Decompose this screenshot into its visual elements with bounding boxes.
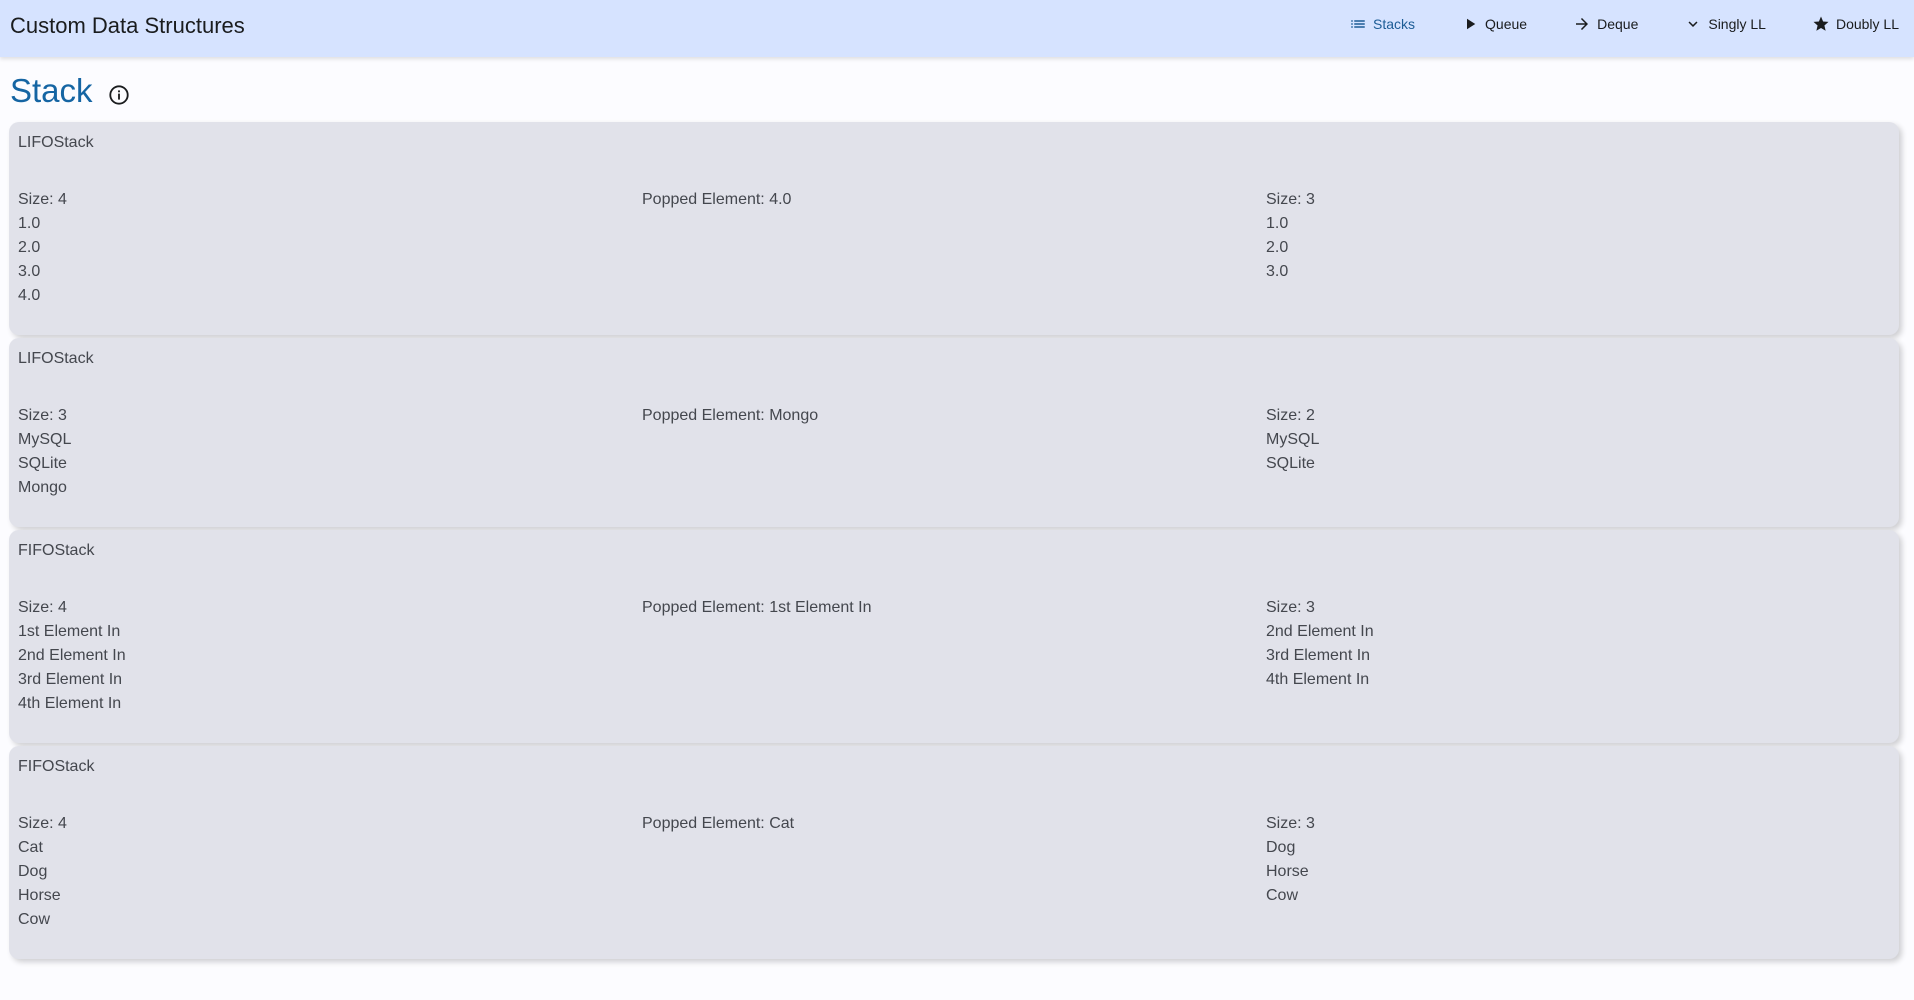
play-icon — [1467, 18, 1476, 29]
list-item: 4th Element In — [1266, 671, 1370, 688]
size-label: Size: 3 — [18, 407, 67, 424]
stack-card: FIFOStack Size: 4 Cat Dog Horse Cow Popp… — [9, 746, 1899, 959]
before-column: Size: 4 Cat Dog Horse Cow — [18, 812, 67, 932]
list-item: 3.0 — [1266, 263, 1289, 280]
nav-label: Stacks — [1373, 15, 1416, 32]
size-label: Size: 2 — [1266, 407, 1315, 424]
list-item: Horse — [1266, 863, 1309, 880]
nav-item-stacks[interactable]: Stacks — [1349, 15, 1415, 33]
list-item: Cow — [1266, 887, 1299, 904]
card-title: LIFOStack — [18, 134, 94, 151]
page-title: Stack — [10, 72, 93, 109]
before-column: Size: 4 1.0 2.0 3.0 4.0 — [18, 188, 67, 308]
popped-column: Popped Element: 1st Element In — [642, 596, 871, 620]
popped-column: Popped Element: Mongo — [642, 404, 818, 428]
nav-item-doubly-ll[interactable]: Doubly LL — [1812, 15, 1899, 33]
list-item: Horse — [18, 887, 61, 904]
list-item: 2.0 — [18, 239, 41, 256]
after-column: Size: 3 2nd Element In 3rd Element In 4t… — [1266, 596, 1374, 692]
list-item: Dog — [18, 863, 48, 880]
cards-container: LIFOStack Size: 4 1.0 2.0 3.0 4.0 Popped… — [9, 122, 1899, 962]
list-item: 2.0 — [1266, 239, 1289, 256]
card-title: LIFOStack — [18, 350, 94, 367]
page-header: Stack — [10, 72, 130, 110]
list-item: Dog — [1266, 839, 1296, 856]
popped-label: Popped Element: 1st Element In — [642, 599, 872, 616]
list-item: Cat — [18, 839, 43, 856]
nav-label: Singly LL — [1708, 15, 1766, 32]
after-column: Size: 3 1.0 2.0 3.0 — [1266, 188, 1315, 284]
arrow-right-icon — [1576, 17, 1589, 30]
list-item: 3rd Element In — [1266, 647, 1371, 664]
star-icon — [1813, 16, 1829, 31]
nav-label: Queue — [1485, 15, 1528, 32]
list-item: SQLite — [1266, 455, 1315, 472]
nav-item-singly-ll[interactable]: Singly LL — [1684, 15, 1766, 33]
list-item: Mongo — [18, 479, 67, 496]
before-column: Size: 4 1st Element In 2nd Element In 3r… — [18, 596, 126, 716]
list-item: 1st Element In — [18, 623, 121, 640]
card-title: FIFOStack — [18, 542, 95, 559]
list-item: 4.0 — [18, 287, 41, 304]
list-item: SQLite — [18, 455, 67, 472]
list-item: 1.0 — [1266, 215, 1289, 232]
stack-card: FIFOStack Size: 4 1st Element In 2nd Ele… — [9, 530, 1899, 743]
list-item: Cow — [18, 911, 51, 928]
popped-label: Popped Element: Cat — [642, 815, 795, 832]
size-label: Size: 4 — [18, 599, 67, 616]
top-app-bar: Custom Data Structures Stacks Queue Dequ… — [0, 0, 1914, 57]
list-item: 1.0 — [18, 215, 41, 232]
card-title: FIFOStack — [18, 758, 95, 775]
popped-column: Popped Element: Cat — [642, 812, 794, 836]
list-item: 2nd Element In — [1266, 623, 1374, 640]
list-item: 4th Element In — [18, 695, 122, 712]
nav-label: Deque — [1597, 15, 1639, 32]
nav-item-deque[interactable]: Deque — [1573, 15, 1638, 33]
size-label: Size: 3 — [1266, 191, 1315, 208]
list-item: MySQL — [18, 431, 72, 448]
nav-item-queue[interactable]: Queue — [1461, 15, 1527, 33]
before-column: Size: 3 MySQL SQLite Mongo — [18, 404, 71, 500]
app-title: Custom Data Structures — [10, 13, 245, 38]
stack-card: LIFOStack Size: 3 MySQL SQLite Mongo Pop… — [9, 338, 1899, 527]
nav-bar: Stacks Queue Deque Singly LL Doubly LL — [1303, 0, 1899, 47]
size-label: Size: 3 — [1266, 599, 1315, 616]
nav-label: Doubly LL — [1835, 15, 1899, 32]
list-item: 3rd Element In — [18, 671, 123, 688]
after-column: Size: 3 Dog Horse Cow — [1266, 812, 1315, 908]
popped-label: Popped Element: 4.0 — [642, 191, 792, 208]
list-item: MySQL — [1266, 431, 1320, 448]
popped-column: Popped Element: 4.0 — [642, 188, 791, 212]
size-label: Size: 4 — [18, 815, 67, 832]
size-label: Size: 3 — [1266, 815, 1315, 832]
popped-label: Popped Element: Mongo — [642, 407, 819, 424]
info-icon[interactable] — [108, 84, 130, 106]
list-item: 2nd Element In — [18, 647, 126, 664]
chevron-down-icon — [1688, 20, 1698, 27]
stack-card: LIFOStack Size: 4 1.0 2.0 3.0 4.0 Popped… — [9, 122, 1899, 335]
list-item: 3.0 — [18, 263, 41, 280]
size-label: Size: 4 — [18, 191, 67, 208]
list-icon — [1351, 19, 1365, 28]
after-column: Size: 2 MySQL SQLite — [1266, 404, 1319, 476]
